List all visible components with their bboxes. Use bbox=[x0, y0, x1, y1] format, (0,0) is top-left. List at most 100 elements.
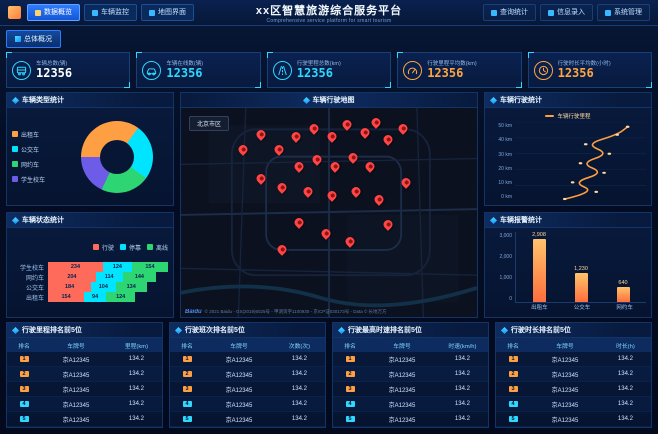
nav-left-item-1[interactable]: 车辆监控 bbox=[84, 4, 137, 21]
table-row: 3 京A12345 134.2 bbox=[333, 381, 488, 397]
table-body: 排名 车牌号 时长(h) 1 京A12345 134.2 2 京A12345 134.2 3 京A1… bbox=[496, 338, 651, 427]
panel-title: 行驶时长排名前5位 bbox=[511, 327, 571, 334]
table-cell: 京A12345 bbox=[530, 352, 600, 367]
vehicle-status-legend: 行驶 停靠 离线 bbox=[12, 243, 168, 252]
map-pin[interactable] bbox=[358, 126, 371, 140]
kpi-text: 车辆在线数(辆) 12356 bbox=[166, 59, 203, 81]
nav-item-icon bbox=[491, 9, 497, 16]
map-pin[interactable] bbox=[369, 115, 383, 129]
map-pin[interactable] bbox=[236, 143, 250, 156]
map-pin[interactable] bbox=[325, 189, 339, 202]
map-pin[interactable] bbox=[293, 159, 306, 173]
map-pin[interactable] bbox=[310, 153, 324, 167]
map-pin[interactable] bbox=[325, 130, 339, 144]
nav-item-label: 数据概览 bbox=[44, 9, 72, 16]
map-pin[interactable] bbox=[364, 159, 377, 173]
legend-swatch bbox=[119, 244, 126, 251]
status-row-label: 学生校车 bbox=[19, 265, 44, 272]
map-pin-shape bbox=[346, 151, 360, 165]
status-segment: 144 bbox=[122, 272, 157, 283]
nav-left-item-2[interactable]: 地图界面 bbox=[141, 4, 194, 21]
map-pin[interactable] bbox=[275, 243, 288, 257]
map-pin[interactable] bbox=[328, 159, 342, 173]
map-pin[interactable] bbox=[349, 184, 362, 198]
kpi-row: 车辆总数(辆) 12356 车辆在线数(辆) 12356 行驶里程总数(km) 12356… bbox=[6, 52, 653, 88]
map-pin[interactable] bbox=[254, 172, 268, 186]
map-pin-shape bbox=[290, 130, 303, 144]
map-region-label[interactable]: 北京市区 bbox=[189, 116, 230, 131]
map-pin[interactable] bbox=[381, 132, 395, 146]
map-pin-shape bbox=[399, 176, 413, 190]
table-cell: 134.2 bbox=[599, 411, 651, 427]
status-bar-wrap: 204 114 144 bbox=[48, 272, 168, 283]
dashboard-screen: 数据概览 车辆监控 地图界面 xx区智慧旅游综合服务平台 Comprehensive… bbox=[0, 0, 658, 434]
status-row: 出租车 154 94 124 bbox=[12, 292, 168, 303]
table-cell: 134.2 bbox=[110, 381, 162, 397]
table-cell: 134.2 bbox=[436, 352, 488, 367]
table-row: 2 京A12345 134.2 bbox=[170, 366, 325, 382]
alarm-plot: 2,908 1,230 640 出租车 公交车 网约车 bbox=[515, 232, 646, 313]
y-tick-label: 3,000 bbox=[499, 233, 512, 240]
primary-nav: 数据概览 车辆监控 地图界面 bbox=[8, 4, 194, 21]
x-tick-label: 公交车 bbox=[573, 304, 591, 311]
map-canvas[interactable]: 北京市区 Baidu © 2021 Baidu - GS(2019)6025号 … bbox=[181, 108, 477, 317]
map-pin[interactable] bbox=[275, 180, 288, 194]
map-pin[interactable] bbox=[343, 235, 357, 248]
panel-header: 行驶最高时速排名前5位 bbox=[333, 323, 488, 338]
table-row: 3 京A12345 134.2 bbox=[170, 381, 325, 397]
kpi-card-4: 行驶时长平均数(小时) 12356 bbox=[527, 52, 653, 88]
top-header: 数据概览 车辆监控 地图界面 xx区智慧旅游综合服务平台 Comprehensive… bbox=[0, 0, 658, 26]
table-cell: 134.2 bbox=[110, 411, 162, 427]
map-pin-shape bbox=[310, 153, 324, 167]
map-pin[interactable] bbox=[381, 218, 395, 232]
nav-right-item-2[interactable]: 系统管理 bbox=[597, 4, 650, 21]
map-pin[interactable] bbox=[293, 216, 306, 229]
map-pin[interactable] bbox=[290, 130, 303, 144]
legend-label: 离线 bbox=[155, 245, 168, 252]
panel-diamond-icon bbox=[337, 326, 346, 334]
nav-right-item-1[interactable]: 信息录入 bbox=[540, 4, 593, 21]
map-pin[interactable] bbox=[340, 118, 354, 131]
nav-left-item-0[interactable]: 数据概览 bbox=[27, 4, 80, 21]
table-cell: 京A12345 bbox=[41, 366, 111, 382]
gauge-icon bbox=[403, 60, 423, 80]
map-pin[interactable] bbox=[319, 226, 333, 240]
y-tick-label: 0 km bbox=[501, 194, 512, 201]
panel-title: 车辆类型统计 bbox=[22, 97, 64, 104]
column-header: 次数(次) bbox=[273, 338, 325, 352]
map-pin-shape bbox=[236, 143, 250, 156]
table-cell: 134.2 bbox=[436, 366, 488, 382]
map-pin[interactable] bbox=[307, 122, 321, 135]
table-cell: 4 bbox=[170, 396, 205, 412]
status-row: 网约车 204 114 144 bbox=[12, 272, 168, 283]
tab-overview-label: 总体概况 bbox=[24, 36, 52, 43]
map-pin[interactable] bbox=[346, 151, 360, 165]
alarm-chart-body: 3,000 2,000 1,000 0 2,908 1,230 640 出租车 公交车 网约车 bbox=[485, 228, 651, 317]
kpi-value: 12356 bbox=[166, 66, 203, 81]
alarm-bar-value: 2,908 bbox=[532, 232, 546, 239]
map-pin[interactable] bbox=[254, 128, 268, 142]
vehicle-status-bars: 学生校车 234 124 154 网约车 204 114 144 公交车 184 104 134 出租车… bbox=[12, 262, 168, 303]
page-title: xx区智慧旅游综合服务平台 bbox=[255, 5, 403, 17]
map-pin[interactable] bbox=[301, 184, 315, 198]
driving-chart-legend: 车辆行驶里程 bbox=[490, 112, 646, 120]
secondary-nav: 查询统计 信息录入 系统管理 bbox=[483, 4, 650, 21]
baidu-logo: Baidu bbox=[185, 309, 202, 315]
map-pin[interactable] bbox=[272, 143, 286, 156]
table-cell: 京A12345 bbox=[367, 352, 437, 367]
panel-header: 车辆状态统计 bbox=[7, 213, 173, 229]
map-pin-shape bbox=[328, 159, 342, 173]
tab-overview[interactable]: 总体概况 bbox=[6, 30, 61, 48]
map-pin[interactable] bbox=[399, 176, 413, 190]
table-row: 3 京A12345 134.2 bbox=[7, 381, 162, 397]
map-pin[interactable] bbox=[396, 122, 410, 135]
status-segment: 104 bbox=[91, 282, 116, 293]
legend-item: 学生校车 bbox=[12, 175, 62, 184]
table-cell: 京A12345 bbox=[530, 411, 600, 427]
nav-right-item-0[interactable]: 查询统计 bbox=[483, 4, 536, 21]
table-cell: 134.2 bbox=[599, 352, 651, 367]
table-row: 1 京A12345 134.2 bbox=[7, 352, 162, 367]
map-pin[interactable] bbox=[372, 193, 386, 206]
main-grid: 车辆类型统计 出租车 公交车 网约车 学生校车 车辆状态统计 行驶 停靠 离线 学生校车 2… bbox=[6, 92, 652, 318]
vehicle-status-chart-body: 行驶 停靠 离线 学生校车 234 124 154 网约车 204 114 144 公交车 184 10… bbox=[7, 228, 173, 317]
